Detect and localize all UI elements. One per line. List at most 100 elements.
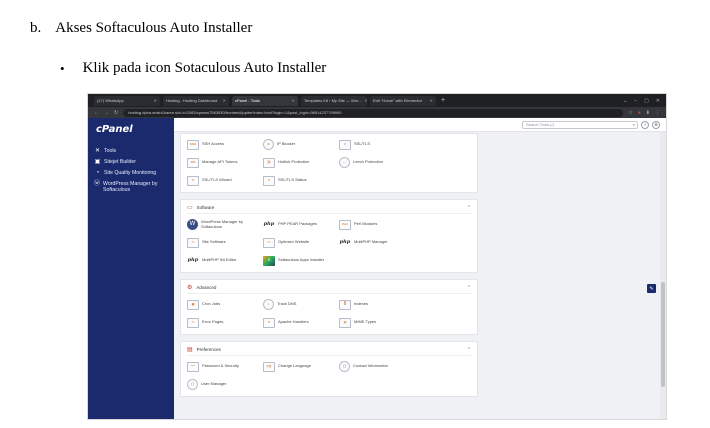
tool-item[interactable]: ≡ SSL/TLS	[339, 138, 415, 151]
browser-tab[interactable]: Hosting - Hosting Dashboard ✕	[163, 95, 229, 106]
browser-tab[interactable]: (17) WhatsApp ✕	[94, 95, 160, 106]
section-header[interactable]: ▭ Software ⌃	[187, 202, 471, 214]
tool-item[interactable]: ▭ Error Pages	[187, 316, 263, 329]
sidebar-item-label: Tools	[104, 147, 117, 154]
close-tab-icon[interactable]: ✕	[292, 98, 295, 103]
section-header[interactable]: ▤ Preferences ⌃	[187, 344, 471, 356]
tool-item[interactable]: Perl Perl Modules	[339, 218, 415, 231]
tool-item[interactable]: ≡ SSL/TLS Status	[263, 174, 339, 187]
chevron-up-icon[interactable]: ⌃	[467, 205, 471, 211]
chevron-up-icon[interactable]: ⌃	[467, 347, 471, 353]
tool-item[interactable]: php MultiPHP Manager	[339, 236, 415, 249]
tool-item[interactable]: ⊘ IP Blocker	[263, 138, 339, 151]
reload-icon[interactable]: ↻	[114, 110, 118, 116]
tool-label: MultiPHP Manager	[354, 239, 388, 245]
tool-icon: ⊘	[263, 139, 274, 150]
minimize-icon[interactable]: ⌄	[623, 98, 627, 104]
tool-item[interactable]: ⌖ Track DNS	[263, 298, 339, 311]
tool-icon: SSH	[187, 139, 199, 150]
browser-tab-label: Edit "Home" with Elementor	[373, 98, 423, 103]
browser-tab-label: cPanel - Tools	[235, 98, 261, 103]
tool-label: Change Language	[278, 363, 311, 369]
close-tab-icon[interactable]: ✕	[364, 98, 367, 103]
sidebar-item[interactable]: ▣ Sitejet Builder	[88, 156, 174, 167]
browser-tab[interactable]: Templates Kit › My Site — Wor…✕	[301, 95, 367, 106]
tool-icon: ≣	[339, 299, 351, 310]
menu-icon[interactable]: ⋮	[655, 110, 660, 116]
sidebar-item[interactable]: ⓦ WordPress Manager by Softaculous	[88, 178, 174, 195]
tool-item[interactable]: A文 Change Language	[263, 360, 339, 373]
tools-icon: ✕	[94, 147, 101, 154]
tool-item[interactable]: ▭ Optimize Website	[263, 236, 339, 249]
cpanel-logo[interactable]: cPanel	[88, 124, 174, 135]
tool-icon: ***	[187, 361, 199, 372]
heading-marker: b.	[30, 20, 42, 36]
forward-icon[interactable]: →	[104, 110, 109, 116]
tool-label: SSL/TLS Wizard	[202, 177, 232, 183]
settings-icon[interactable]: ⚙	[652, 120, 660, 129]
close-window-icon[interactable]: ✕	[656, 98, 660, 104]
bookmark-star-icon[interactable]: ☆	[628, 110, 632, 116]
download-icon[interactable]: ⬇	[646, 110, 650, 116]
tool-item[interactable]: SSH SSH Access	[187, 138, 263, 151]
close-tab-icon[interactable]: ✕	[154, 98, 157, 103]
tool-label: Contact Information	[353, 363, 388, 369]
tool-item[interactable]: ◯ User Manager	[187, 378, 263, 391]
sidebar-item[interactable]: ◔ Site Quality Monitoring	[88, 167, 174, 178]
tool-label: Site Software	[202, 239, 226, 245]
doc-heading: b. Akses Softaculous Auto Installer	[30, 20, 252, 37]
back-icon[interactable]: ←	[94, 110, 99, 116]
tool-label: MultiPHP INI Editor	[202, 257, 237, 263]
tool-icon: A文	[263, 361, 275, 372]
tool-icon: php	[187, 257, 199, 264]
tool-icon: ⛓	[263, 157, 275, 168]
chevron-up-icon[interactable]: ⌃	[467, 285, 471, 291]
scrollbar[interactable]	[660, 132, 666, 419]
section-header[interactable]: ⚙ Advanced ⌃	[187, 282, 471, 294]
tool-item[interactable]: W WordPress Manager by Softaculous	[187, 218, 263, 231]
maximize-icon[interactable]: ▢	[644, 98, 649, 104]
close-tab-icon[interactable]: ✕	[430, 98, 433, 103]
tool-item[interactable]: ⋯ Leech Protection	[339, 156, 415, 169]
new-tab-icon[interactable]: +	[441, 97, 445, 104]
tool-item[interactable]: php PHP PEAR Packages	[263, 218, 339, 231]
tool-icon: php	[263, 221, 275, 228]
scrollbar-thumb[interactable]	[661, 282, 665, 387]
tool-icon: W	[187, 219, 198, 230]
help-icon[interactable]: ?	[641, 120, 649, 129]
screenshot: (17) WhatsApp ✕ Hosting - Hosting Dashboar…	[87, 93, 667, 420]
browser-tab[interactable]: cPanel - Tools ✕	[232, 95, 298, 106]
record-icon[interactable]: ●	[638, 110, 641, 116]
browser-tab[interactable]: Edit "Home" with Elementor ✕	[370, 95, 436, 106]
tool-label: Track DNS	[277, 301, 297, 307]
section-icon: ⚙	[187, 285, 193, 291]
tool-item[interactable]: ▭ Site Software	[187, 236, 263, 249]
tool-item[interactable]: ▦ Cron Jobs	[187, 298, 263, 311]
tool-item[interactable]: ✎ Apache Handlers	[263, 316, 339, 329]
url-field[interactable]: hosting.dpha.smkn1karen.sch.id:2083/cpse…	[123, 108, 624, 117]
sidebar-item[interactable]: ✕ Tools	[88, 145, 174, 156]
search-input[interactable]: Search Tools (/) ⌕	[522, 120, 638, 129]
tool-item[interactable]: *** Password & Security	[187, 360, 263, 373]
tool-item[interactable]: ▤ MIME Types	[339, 316, 415, 329]
tool-item[interactable]: php MultiPHP INI Editor	[187, 254, 263, 267]
sidebar-item-label: Site Quality Monitoring	[104, 169, 157, 176]
sidebar-item-label: Sitejet Builder	[104, 158, 137, 165]
tool-item[interactable]: ≡ SSL/TLS Wizard	[187, 174, 263, 187]
close-tab-icon[interactable]: ✕	[223, 98, 226, 103]
minimize-window-icon[interactable]: –	[634, 98, 637, 104]
search-placeholder: Search Tools (/)	[526, 122, 554, 127]
tool-item[interactable]: ⛓ Hotlink Protection	[263, 156, 339, 169]
tool-icon: ≡	[339, 139, 351, 150]
tool-item[interactable]: ≣ Indexes	[339, 298, 415, 311]
tool-item[interactable]: API Manage API Tokens	[187, 156, 263, 169]
section-panel: SSH SSH Access ⊘ IP Blocker ≡ SSL/TLS API Manag…	[180, 133, 478, 193]
search-icon[interactable]: ⌕	[633, 122, 635, 127]
tool-item[interactable]: S Softaculous Apps Installer	[263, 254, 339, 267]
tool-item[interactable]: ◯ Contact Information	[339, 360, 415, 373]
feedback-icon[interactable]: ✎	[647, 284, 656, 293]
tool-icon: ▦	[187, 299, 199, 310]
window-controls[interactable]: ⌄ – ▢ ✕	[623, 98, 666, 104]
tool-icon: ⋯	[339, 157, 350, 168]
tool-label: Apache Handlers	[278, 319, 309, 325]
